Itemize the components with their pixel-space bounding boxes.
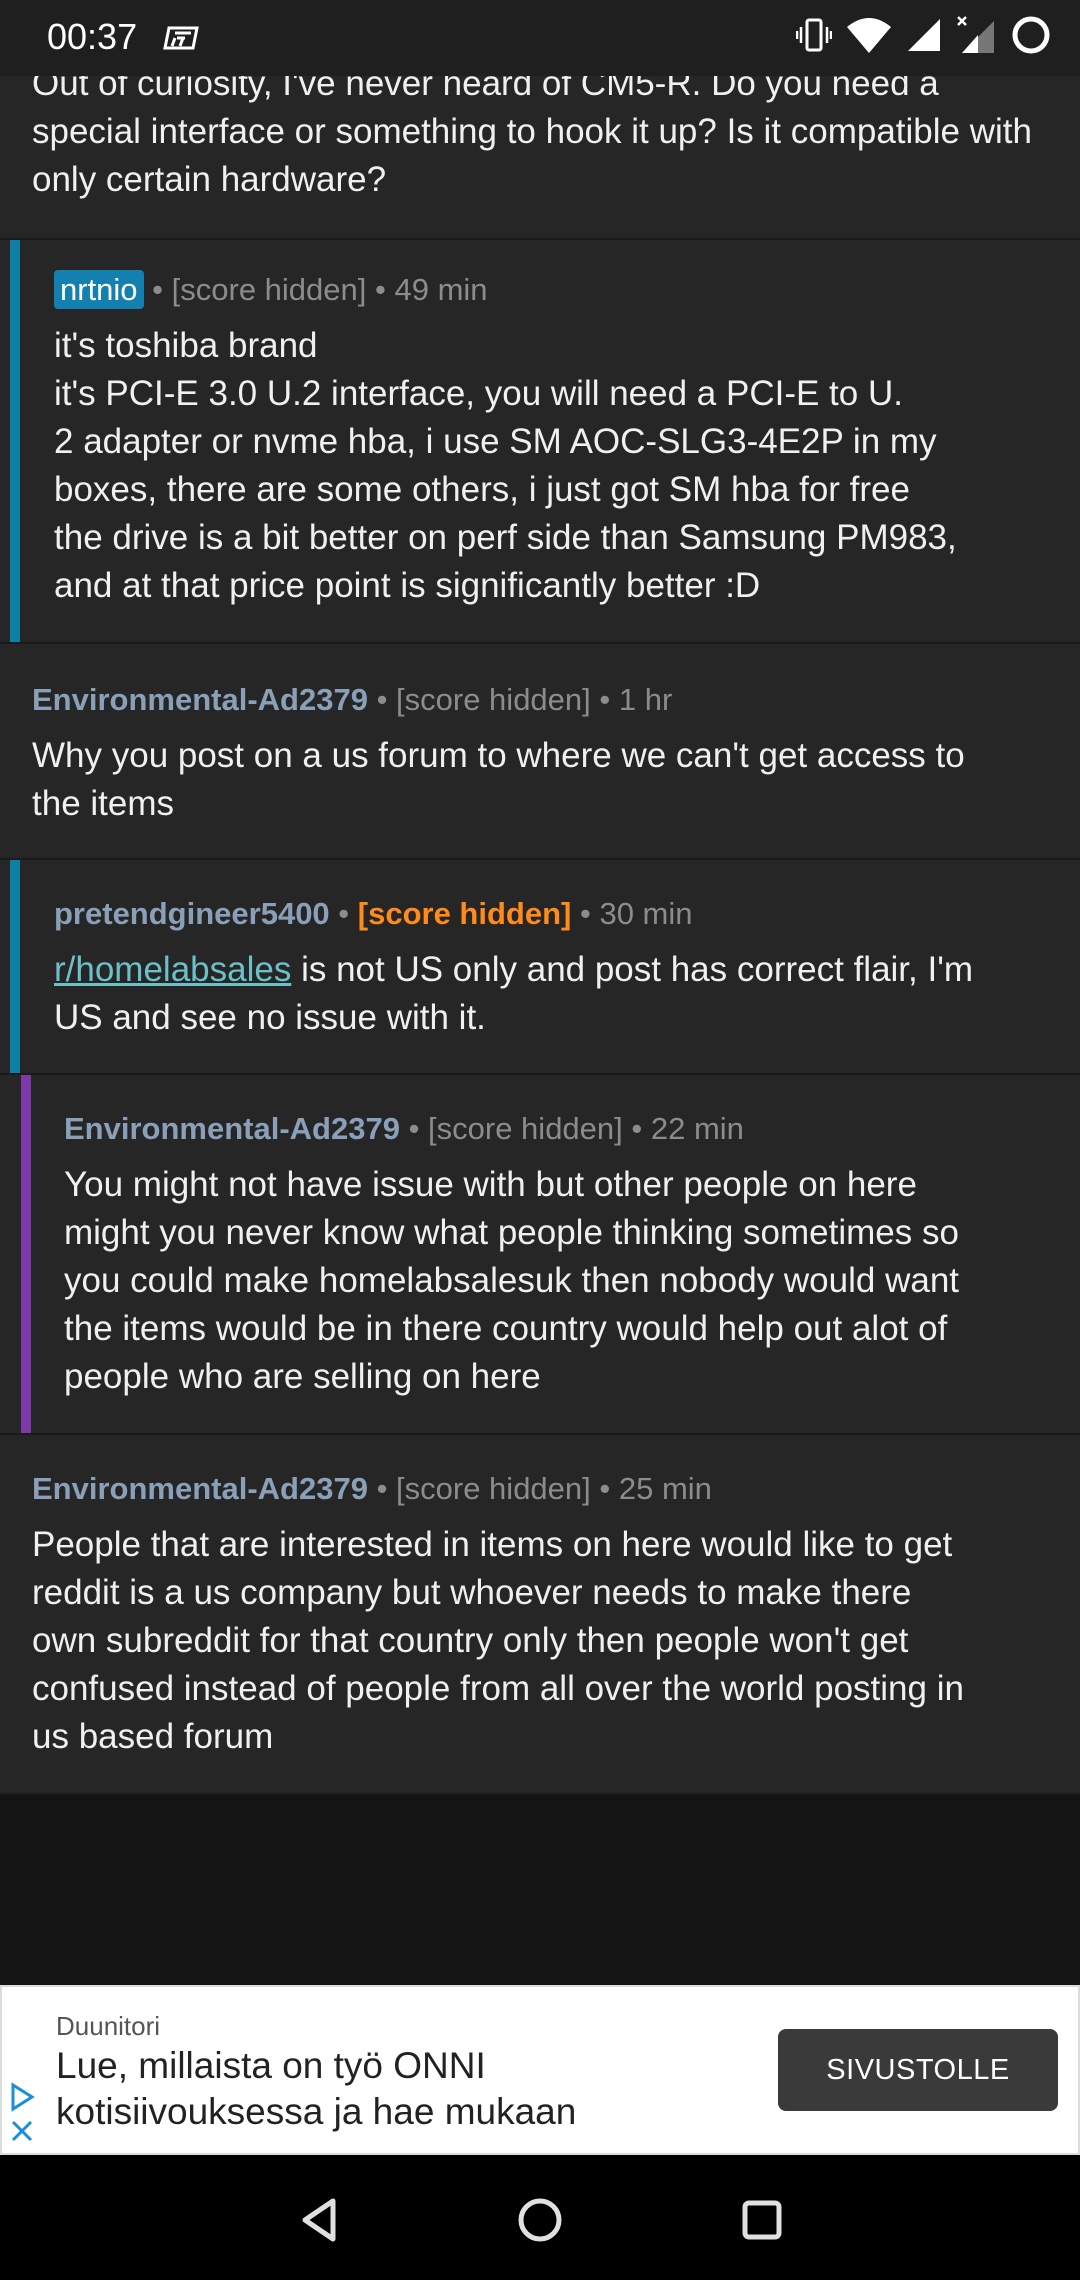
body-line: You might not have issue with but other …: [64, 1165, 917, 1204]
body-line: Why you post on a us forum to where we c…: [32, 736, 965, 775]
author-username[interactable]: pretendgineer5400: [54, 896, 330, 931]
score-label: [score hidden]: [171, 272, 367, 307]
body-line: reddit is a us company but whoever needs…: [32, 1573, 912, 1612]
back-icon[interactable]: [295, 2195, 345, 2245]
body-line: the items: [32, 784, 174, 823]
body-line: might you never know what people thinkin…: [64, 1213, 959, 1252]
thread-depth-bar: [10, 240, 20, 642]
comment-c1[interactable]: nrtnio • [score hidden] • 49 min it's to…: [0, 240, 1080, 644]
comment-meta: Environmental-Ad2379 • [score hidden] • …: [64, 1111, 744, 1146]
system-nav-bar: [0, 2155, 1080, 2280]
comment-body: Out of curiosity, I've never heard of CM…: [32, 64, 1032, 199]
wifi-icon: [847, 18, 891, 53]
body-line: 2 adapter or nvme hba, i use SM AOC-SLG3…: [54, 422, 937, 461]
battery-ring-icon: [1012, 16, 1050, 54]
comment-meta: pretendgineer5400 • [score hidden] • 30 …: [54, 896, 693, 931]
score-label: [score hidden]: [396, 1471, 591, 1506]
score-label: [score hidden]: [428, 1111, 623, 1146]
comment-c4[interactable]: Environmental-Ad2379 • [score hidden] • …: [0, 1075, 1080, 1435]
comment-body: You might not have issue with but other …: [64, 1161, 1064, 1401]
author-username[interactable]: nrtnio: [54, 270, 144, 309]
thread-depth-bar: [10, 860, 20, 1073]
adchoices-icon[interactable]: [8, 2082, 36, 2112]
subreddit-link[interactable]: r/homelabsales: [54, 950, 291, 989]
status-bar: 00:37: [0, 0, 1080, 76]
comment-meta: Environmental-Ad2379 • [score hidden] • …: [32, 1471, 712, 1506]
body-line: you could make homelabsalesuk then nobod…: [64, 1261, 960, 1300]
body-line: us based forum: [32, 1717, 274, 1756]
ad-headline[interactable]: Lue, millaista on työ ONNI kotisiivoukse…: [56, 2043, 756, 2135]
body-line: boxes, there are some others, i just got…: [54, 470, 910, 509]
vibrate-icon: [796, 18, 832, 52]
close-icon[interactable]: [8, 2117, 36, 2145]
author-username[interactable]: Environmental-Ad2379: [32, 682, 368, 717]
body-line: and at that price point is significantly…: [54, 566, 761, 605]
comment-body: Why you post on a us forum to where we c…: [32, 732, 1062, 828]
body-line: own subreddit for that country only then…: [32, 1621, 909, 1660]
body-line: confused instead of people from all over…: [32, 1669, 964, 1708]
body-text: is not US only and post has correct flai…: [291, 950, 974, 989]
cell-signal-noservice-icon: [957, 16, 994, 53]
status-time: 00:37: [47, 16, 138, 57]
timestamp: 22 min: [650, 1111, 744, 1146]
score-label: [score hidden]: [357, 896, 572, 931]
timestamp: 25 min: [618, 1471, 712, 1506]
app-notification-icon: [163, 26, 199, 50]
comment-body: it's toshiba brand it's PCI-E 3.0 U.2 in…: [54, 322, 1064, 610]
body-line: it's PCI-E 3.0 U.2 interface, you will n…: [54, 374, 903, 413]
timestamp: 1 hr: [618, 682, 673, 717]
comment-meta: Environmental-Ad2379 • [score hidden] • …: [32, 682, 673, 717]
comment-c2[interactable]: Environmental-Ad2379 • [score hidden] • …: [0, 644, 1080, 860]
timestamp: 30 min: [599, 896, 693, 931]
ad-banner[interactable]: Duunitori Lue, millaista on työ ONNI kot…: [0, 1985, 1080, 2155]
body-line: the drive is a bit better on perf side t…: [54, 518, 957, 557]
comment-c3[interactable]: pretendgineer5400 • [score hidden] • 30 …: [0, 860, 1080, 1075]
comment-c5[interactable]: Environmental-Ad2379 • [score hidden] • …: [0, 1435, 1080, 1795]
score-label: [score hidden]: [396, 682, 591, 717]
author-username[interactable]: Environmental-Ad2379: [64, 1111, 400, 1146]
status-icons: [796, 14, 1052, 56]
body-line: the items would be in there country woul…: [64, 1309, 948, 1348]
thread-depth-bar: [21, 1075, 31, 1433]
comment-meta: nrtnio • [score hidden] • 49 min: [54, 270, 488, 309]
home-icon[interactable]: [515, 2195, 565, 2245]
recents-icon[interactable]: [737, 2195, 787, 2245]
ad-cta-button[interactable]: SIVUSTOLLE: [778, 2029, 1058, 2111]
timestamp: 49 min: [394, 272, 488, 307]
ad-headline-line: kotisiivouksessa ja hae mukaan: [56, 2091, 577, 2132]
comment-body: r/homelabsales is not US only and post h…: [54, 946, 1064, 1042]
author-username[interactable]: Environmental-Ad2379: [32, 1471, 368, 1506]
body-line: US and see no issue with it.: [54, 998, 486, 1037]
ad-headline-line: Lue, millaista on työ ONNI: [56, 2045, 486, 2086]
cell-signal-icon: [908, 19, 940, 51]
comment-body: People that are interested in items on h…: [32, 1521, 1072, 1761]
ad-advertiser: Duunitori: [56, 2011, 161, 2041]
body-line: r/homelabsales is not US only and post h…: [54, 946, 1064, 994]
body-line: people who are selling on here: [64, 1357, 541, 1396]
body-line: People that are interested in items on h…: [32, 1525, 953, 1564]
body-line: it's toshiba brand: [54, 326, 318, 365]
